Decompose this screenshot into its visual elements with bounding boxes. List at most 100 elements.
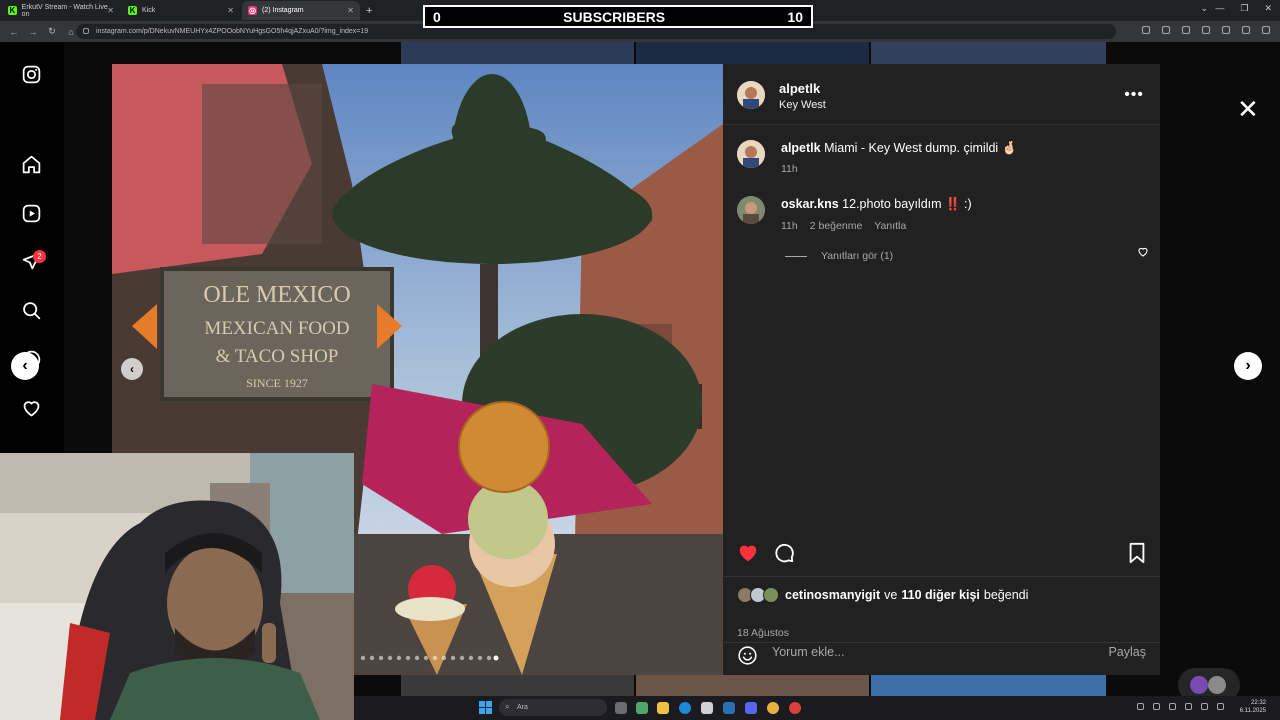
window-close-icon[interactable]: ✕ <box>1264 3 1272 14</box>
post-caption: alpetlk Miami - Key West dump. çimildi 🤞… <box>781 141 1017 156</box>
network-icon[interactable] <box>1169 703 1176 710</box>
maximize-icon[interactable]: ❐ <box>1240 3 1248 14</box>
comment-likes[interactable]: 2 beğenme <box>810 220 863 232</box>
battery-icon[interactable] <box>1201 703 1208 710</box>
caption-time: 11h <box>781 163 798 175</box>
commenter-avatar[interactable] <box>737 196 765 224</box>
comment-icon[interactable] <box>773 542 795 564</box>
tray-chevron-icon[interactable] <box>1137 703 1144 710</box>
comment-text: 12.photo bayıldım ‼️ :) <box>842 197 972 211</box>
system-tray <box>1137 703 1224 710</box>
tab-instagram[interactable]: ◎ (2) Instagram ✕ <box>242 1 360 20</box>
save-bookmark-icon[interactable] <box>1127 542 1147 564</box>
profile-icon[interactable] <box>1242 26 1250 34</box>
add-comment-input[interactable]: Yorum ekle... <box>772 645 845 659</box>
emoji-picker-icon[interactable] <box>737 645 758 666</box>
post-date[interactable]: 18 Ağustos <box>737 627 789 639</box>
extension-icon[interactable] <box>1202 26 1210 34</box>
subscriber-label: SUBSCRIBERS <box>563 8 666 25</box>
browser-menu-icon[interactable] <box>1262 26 1270 34</box>
more-options-icon[interactable]: ••• <box>1124 86 1144 104</box>
close-tab-icon[interactable]: ✕ <box>227 6 234 15</box>
home-icon[interactable]: ⌂ <box>66 27 76 37</box>
chrome-icon[interactable] <box>767 702 779 714</box>
extensions-puzzle-icon[interactable] <box>1222 26 1230 34</box>
edge-browser-icon[interactable] <box>679 702 691 714</box>
liked-by-username[interactable]: cetinosmanyigit <box>785 588 880 602</box>
author-avatar[interactable] <box>737 81 765 109</box>
screen: K ErkutV Stream - Watch Live on ✕ K Kick… <box>0 0 1280 720</box>
instagram-logo-icon[interactable] <box>21 64 42 85</box>
background-grid-thumbnail <box>636 42 869 64</box>
task-view-icon[interactable] <box>615 702 627 714</box>
discord-icon[interactable] <box>745 702 757 714</box>
reply-button[interactable]: Yanıtla <box>874 220 906 232</box>
volume-icon[interactable] <box>1185 703 1192 710</box>
tab-erkutv[interactable]: K ErkutV Stream - Watch Live on ✕ <box>2 1 120 20</box>
minimize-icon[interactable]: — <box>1215 3 1224 14</box>
notification-badge: 2 <box>33 250 46 263</box>
background-grid-thumbnail <box>401 675 634 696</box>
background-grid-thumbnail <box>636 675 869 696</box>
new-tab-button[interactable]: + <box>366 5 372 17</box>
taskbar-clock[interactable]: 22:32 6.11.2025 <box>1240 699 1266 715</box>
taskbar-search-placeholder: Ara <box>517 704 528 711</box>
install-app-icon[interactable] <box>1142 26 1150 34</box>
url-text: instagram.com/p/DNekuvNMEUHYx4ZPOOobNYuH… <box>96 28 369 35</box>
tab-title: (2) Instagram <box>262 7 304 14</box>
close-modal-icon[interactable]: ✕ <box>1237 96 1259 122</box>
taskbar-search-icon: ⌕ <box>505 702 510 711</box>
close-tab-icon[interactable]: ✕ <box>107 6 114 15</box>
zoom-icon[interactable] <box>1162 26 1170 34</box>
browser-extension-icons <box>1142 26 1270 34</box>
language-icon[interactable] <box>1217 703 1224 710</box>
search-icon[interactable] <box>21 300 42 321</box>
liked-heart-icon[interactable] <box>737 542 759 564</box>
store-icon[interactable] <box>701 702 713 714</box>
site-info-icon[interactable] <box>83 28 89 34</box>
comment: oskar.kns 12.photo bayıldım ‼️ :) <box>781 197 972 212</box>
bookmark-star-icon[interactable] <box>1182 26 1190 34</box>
subscriber-counter-overlay: 0 SUBSCRIBERS 10 <box>423 5 813 28</box>
previous-post-button[interactable]: ‹ <box>11 352 39 380</box>
close-tab-icon[interactable]: ✕ <box>347 6 354 15</box>
comment-username[interactable]: oskar.kns <box>781 197 839 211</box>
subscriber-start-count: 0 <box>433 8 441 25</box>
liked-by: cetinosmanyigit ve 110 diğer kişi beğend… <box>737 587 1028 603</box>
comment-like-heart-icon[interactable] <box>1137 246 1149 258</box>
back-icon[interactable]: ← <box>9 27 19 37</box>
tab-kick[interactable]: K Kick ✕ <box>122 1 240 20</box>
caption-username[interactable]: alpetlk <box>781 141 821 155</box>
dm-avatar <box>1208 676 1226 694</box>
liked-by-avatars <box>737 587 781 603</box>
comment-meta: 11h 2 beğenme Yanıtla <box>781 220 906 232</box>
widgets-icon[interactable] <box>636 702 648 714</box>
tab-search-icon[interactable]: ⌄ <box>1200 3 1208 14</box>
file-explorer-icon[interactable] <box>657 702 669 714</box>
reload-icon[interactable]: ↻ <box>47 26 57 37</box>
caption-avatar[interactable] <box>737 140 765 168</box>
post-location[interactable]: Key West <box>779 99 826 111</box>
view-replies-button[interactable]: Yanıtları gör (1) <box>785 250 893 262</box>
photo-previous-button[interactable]: ‹ <box>121 358 143 380</box>
heart-icon[interactable] <box>21 398 42 419</box>
home-icon[interactable] <box>21 154 42 175</box>
liked-by-suffix: beğendi <box>983 588 1029 602</box>
share-comment-button[interactable]: Paylaş <box>1108 645 1146 659</box>
liked-by-others[interactable]: 110 diğer kişi <box>901 588 980 602</box>
windows-start-icon[interactable] <box>479 701 492 714</box>
reels-icon[interactable] <box>21 203 42 224</box>
caption-text: Miami - Key West dump. çimildi 🤞🏻 <box>824 141 1018 155</box>
author-username[interactable]: alpetlk <box>779 81 820 96</box>
obs-icon[interactable] <box>789 702 801 714</box>
photo-sign-text: SINCE 1927 <box>246 376 308 390</box>
next-post-button[interactable]: › <box>1234 352 1262 380</box>
steam-icon[interactable] <box>723 702 735 714</box>
tab-title: ErkutV Stream - Watch Live on <box>21 3 108 18</box>
taskbar-search-box[interactable]: ⌕ Ara <box>499 699 607 716</box>
onedrive-icon[interactable] <box>1153 703 1160 710</box>
post-side-panel: alpetlk Key West ••• alpetlk Miami - Key… <box>723 64 1160 675</box>
forward-icon[interactable]: → <box>28 27 38 37</box>
subscriber-goal-count: 10 <box>787 8 803 25</box>
clock-date: 6.11.2025 <box>1239 708 1266 714</box>
